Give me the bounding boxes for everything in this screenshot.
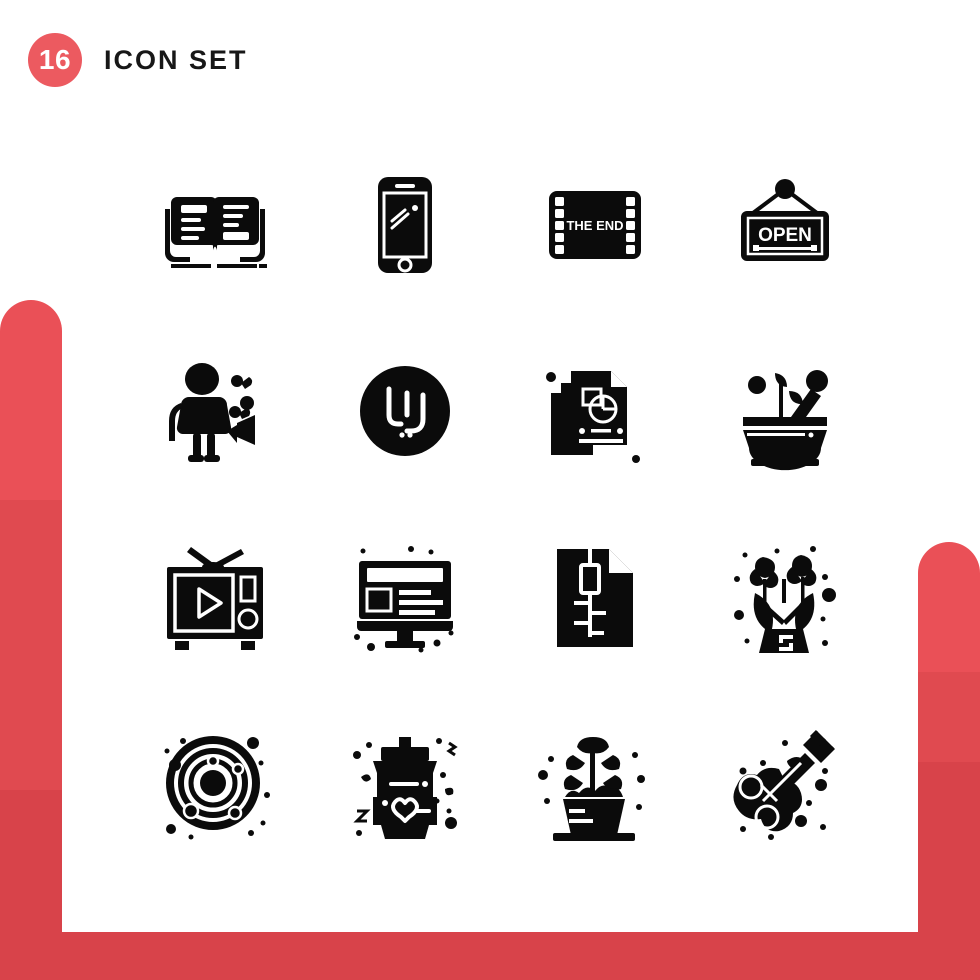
report-documents-icon <box>546 371 640 463</box>
red-right-band-dark <box>918 762 980 980</box>
mortar-pestle-icon <box>743 370 828 471</box>
red-left-band-dark <box>0 790 62 980</box>
open-sign-label: OPEN <box>758 225 812 246</box>
icon-cell-mortar-pestle[interactable] <box>690 318 880 504</box>
electric-guitar-icon <box>733 729 835 840</box>
zip-file-icon <box>557 549 633 647</box>
icon-cell-open-sign[interactable]: OPEN <box>690 132 880 318</box>
party-person-icon <box>169 363 255 462</box>
page-title: Icon Set <box>104 44 248 75</box>
icon-grid: THE END OPEN <box>120 132 880 876</box>
retro-tv-icon <box>167 547 263 650</box>
icon-cell-smartphone[interactable] <box>310 132 500 318</box>
icon-cell-zip-file[interactable] <box>500 504 690 690</box>
riyal-coin-icon <box>360 366 450 456</box>
film-label: THE END <box>566 218 623 233</box>
icon-cell-open-book[interactable] <box>120 132 310 318</box>
icon-cell-potted-plant[interactable] <box>500 690 690 876</box>
poster-header: 16 Icon Set <box>28 33 248 87</box>
open-book-icon <box>165 197 267 268</box>
icon-cell-coffee-cup[interactable] <box>310 690 500 876</box>
red-bottom-bar <box>0 932 980 980</box>
coffee-cup-icon <box>353 737 458 839</box>
icon-cell-solar-system[interactable] <box>120 690 310 876</box>
icon-cell-guitar[interactable] <box>690 690 880 876</box>
solar-system-icon <box>164 736 270 840</box>
desktop-monitor-icon <box>354 546 454 653</box>
film-the-end-icon: THE END <box>549 191 641 259</box>
icon-count-badge: 16 <box>28 33 82 87</box>
icon-cell-film-the-end[interactable]: THE END <box>500 132 690 318</box>
icon-cell-retro-tv[interactable] <box>120 504 310 690</box>
smartphone-icon <box>378 177 432 273</box>
flower-bouquet-icon <box>734 546 836 653</box>
icon-cell-party-blower[interactable] <box>120 318 310 504</box>
icon-set-poster: 16 Icon Set <box>0 0 980 980</box>
open-sign-icon: OPEN <box>741 179 829 261</box>
potted-plant-icon <box>538 737 645 841</box>
icon-cell-monitor[interactable] <box>310 504 500 690</box>
icon-cell-documents[interactable] <box>500 318 690 504</box>
icon-cell-flower-vase[interactable] <box>690 504 880 690</box>
icon-cell-riyal-coin[interactable] <box>310 318 500 504</box>
